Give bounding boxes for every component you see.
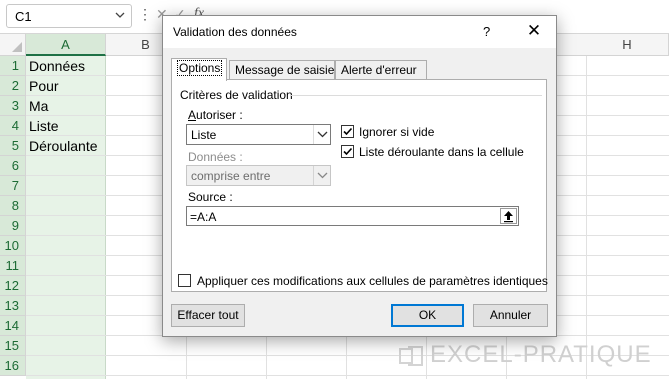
tab-input-message[interactable]: Message de saisie <box>229 60 335 80</box>
row-header-8[interactable]: 8 <box>0 196 26 216</box>
row-header-14[interactable]: 14 <box>0 316 26 336</box>
in-cell-dropdown-label[interactable]: Liste déroulante dans la cellule <box>359 145 524 159</box>
row-header-15[interactable]: 15 <box>0 336 26 356</box>
row-header-2[interactable]: 2 <box>0 76 26 96</box>
ignore-blank-label[interactable]: Ignorer si vide <box>359 125 434 139</box>
source-input-value: =A:A <box>190 210 217 224</box>
cell-a1[interactable]: Données <box>29 56 85 76</box>
row-header-7[interactable]: 7 <box>0 176 26 196</box>
tab-options[interactable]: Options <box>171 58 227 81</box>
allow-select-value: Liste <box>191 128 217 142</box>
checkmark-icon <box>343 147 353 156</box>
cell-a3[interactable]: Ma <box>29 96 48 116</box>
ignore-blank-checkbox[interactable] <box>341 125 354 138</box>
row-header-9[interactable]: 9 <box>0 216 26 236</box>
row-header-5[interactable]: 5 <box>0 136 26 156</box>
ok-button[interactable]: OK <box>391 304 464 327</box>
data-select-dropdown <box>313 166 330 185</box>
chevron-down-icon[interactable] <box>113 8 127 22</box>
apply-all-label[interactable]: Appliquer ces modifications aux cellules… <box>197 274 548 288</box>
data-label: Données : <box>188 150 243 164</box>
tab-error-alert[interactable]: Alerte d'erreur <box>335 60 427 80</box>
select-all-corner[interactable] <box>0 34 26 56</box>
row-header-10[interactable]: 10 <box>0 236 26 256</box>
column-header-a[interactable]: A <box>26 34 106 56</box>
chevron-down-icon <box>317 172 328 179</box>
apply-all-checkbox[interactable] <box>178 274 191 287</box>
data-select-value: comprise entre <box>191 169 271 183</box>
row-header-12[interactable]: 12 <box>0 276 26 296</box>
chevron-down-icon <box>317 131 328 138</box>
cell-a2[interactable]: Pour <box>29 76 59 96</box>
allow-select[interactable]: Liste <box>186 124 331 145</box>
row-header-13[interactable]: 13 <box>0 296 26 316</box>
allow-select-dropdown[interactable] <box>313 125 330 144</box>
row-header-6[interactable]: 6 <box>0 156 26 176</box>
excel-pratique-logo-icon <box>399 346 423 366</box>
row-header-4[interactable]: 4 <box>0 116 26 136</box>
validation-criteria-label: Critères de validation <box>180 88 293 102</box>
watermark: EXCEL-PRATIQUE <box>398 341 658 371</box>
source-label: Source : <box>188 190 233 204</box>
dialog-titlebar[interactable]: Validation des données ? ✕ <box>163 16 556 48</box>
in-cell-dropdown-checkbox[interactable] <box>341 145 354 158</box>
collapse-dialog-arrow-icon <box>504 211 513 223</box>
grid-line <box>26 375 669 376</box>
help-icon[interactable]: ? <box>483 24 490 39</box>
options-panel: Critères de validation Autoriser : Liste… <box>171 79 548 292</box>
row-header-16[interactable]: 16 <box>0 356 26 376</box>
cell-a4[interactable]: Liste <box>29 116 59 136</box>
name-box-value: C1 <box>15 9 32 24</box>
row-header-1[interactable]: 1 <box>0 56 26 76</box>
group-divider <box>290 95 542 96</box>
watermark-text: EXCEL-PRATIQUE <box>430 341 652 368</box>
allow-label: Autoriser : <box>188 108 243 122</box>
range-picker-button[interactable] <box>500 208 517 224</box>
clear-all-button[interactable]: Effacer tout <box>171 304 245 327</box>
cell-a5[interactable]: Déroulante <box>29 136 98 156</box>
close-icon[interactable]: ✕ <box>525 21 543 41</box>
source-input[interactable]: =A:A <box>186 206 519 226</box>
row-header-11[interactable]: 11 <box>0 256 26 276</box>
checkmark-icon <box>343 127 353 136</box>
cancel-button[interactable]: Annuler <box>473 304 548 327</box>
name-box[interactable]: C1 <box>6 4 132 28</box>
data-select: comprise entre <box>186 165 331 186</box>
dialog-title: Validation des données <box>173 25 297 39</box>
row-header-3[interactable]: 3 <box>0 96 26 116</box>
data-validation-dialog: Validation des données ? ✕ Options Messa… <box>162 15 557 337</box>
column-header-h[interactable]: H <box>586 34 669 56</box>
